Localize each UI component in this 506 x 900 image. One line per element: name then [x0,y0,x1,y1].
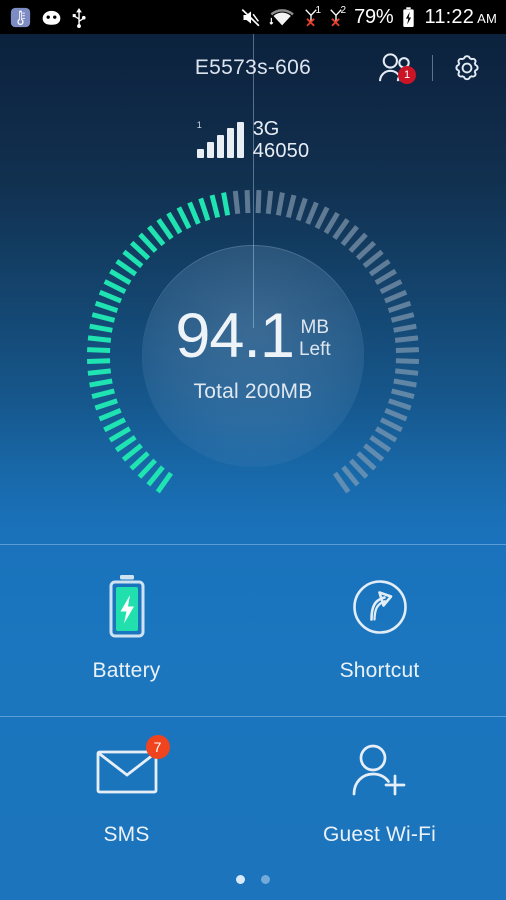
sim2-number: 2 [340,5,347,16]
tile-shortcut[interactable]: Shortcut [253,544,506,708]
sim2-no-signal-icon: 2 ✕ [329,5,347,30]
tile-shortcut-label: Shortcut [339,659,420,682]
sim1-no-signal-icon: 1 ✕ [304,5,322,30]
signal-bars-label: 1 [196,120,202,131]
thermometer-icon [10,7,31,27]
state-label: Left [298,338,331,360]
shortcut-grid: Battery Shortcut 7 SMS Guest Wi-Fi [0,544,506,872]
app-screen: 1 ✕ 2 ✕ 79% 11:22 AM E5573s-606 1 1 3G 4… [0,0,506,900]
battery-charging-status-icon [402,6,414,27]
sim2-x-icon: ✕ [330,15,341,30]
page-dot-2[interactable] [261,875,270,884]
clock-time: 11:22 [424,5,475,28]
tile-battery[interactable]: Battery [0,544,253,708]
network-type-label: 3G [252,118,280,140]
signal-strength-icon: 1 [196,120,244,159]
connected-users-button[interactable]: 1 [373,45,419,91]
operator-code-label: 46050 [252,140,310,163]
battery-charging-icon [109,575,144,638]
sim1-number: 1 [315,5,322,16]
tile-guest-wifi-icon-wrap [349,733,411,809]
sms-unread-badge: 7 [145,735,170,759]
grid-divider-top [0,544,506,545]
battery-percent-label: 79% [354,5,394,28]
shortcut-arrow-icon [352,580,407,634]
tile-guest-wifi-label: Guest Wi-Fi [322,823,437,846]
tile-guest-wifi[interactable]: Guest Wi-Fi [253,708,506,872]
data-total-label: Total 200MB [193,379,313,403]
gear-icon [455,55,479,81]
status-bar: 1 ✕ 2 ✕ 79% 11:22 AM [0,0,506,34]
android-head-icon [42,10,61,25]
add-person-icon [352,744,405,796]
status-bar-right-icons: 1 ✕ 2 ✕ 79% 11:22 AM [240,6,506,29]
page-dot-1[interactable] [236,875,245,884]
header-actions: 1 [373,45,488,91]
network-status-row: 1 3G 46050 [0,118,506,163]
tile-battery-label: Battery [92,659,161,682]
status-bar-left-icons [0,7,86,28]
settings-button[interactable] [446,47,488,89]
data-remaining-unit: MB Left [299,308,331,360]
wifi-data-icon [269,9,294,26]
status-bar-clock: 11:22 AM [423,6,497,29]
tile-battery-icon-wrap [104,569,150,645]
mute-icon [241,8,260,26]
tile-sms-icon-wrap: 7 [96,733,170,809]
sim1-x-icon: ✕ [305,15,316,30]
header-divider [432,55,433,81]
tile-shortcut-icon-wrap [350,569,410,645]
page-indicator [0,875,506,884]
tile-sms[interactable]: 7 SMS [0,708,253,872]
tile-sms-label: SMS [103,823,150,846]
app-header: E5573s-606 1 [0,34,506,102]
unit-label: MB [300,317,330,339]
usb-icon [72,7,86,28]
clock-ampm: AM [477,10,497,26]
grid-divider-middle [0,716,506,717]
connected-users-badge: 1 [398,66,416,84]
data-remaining-value: 94.1 [175,301,295,372]
network-info: 3G 46050 [253,118,310,163]
